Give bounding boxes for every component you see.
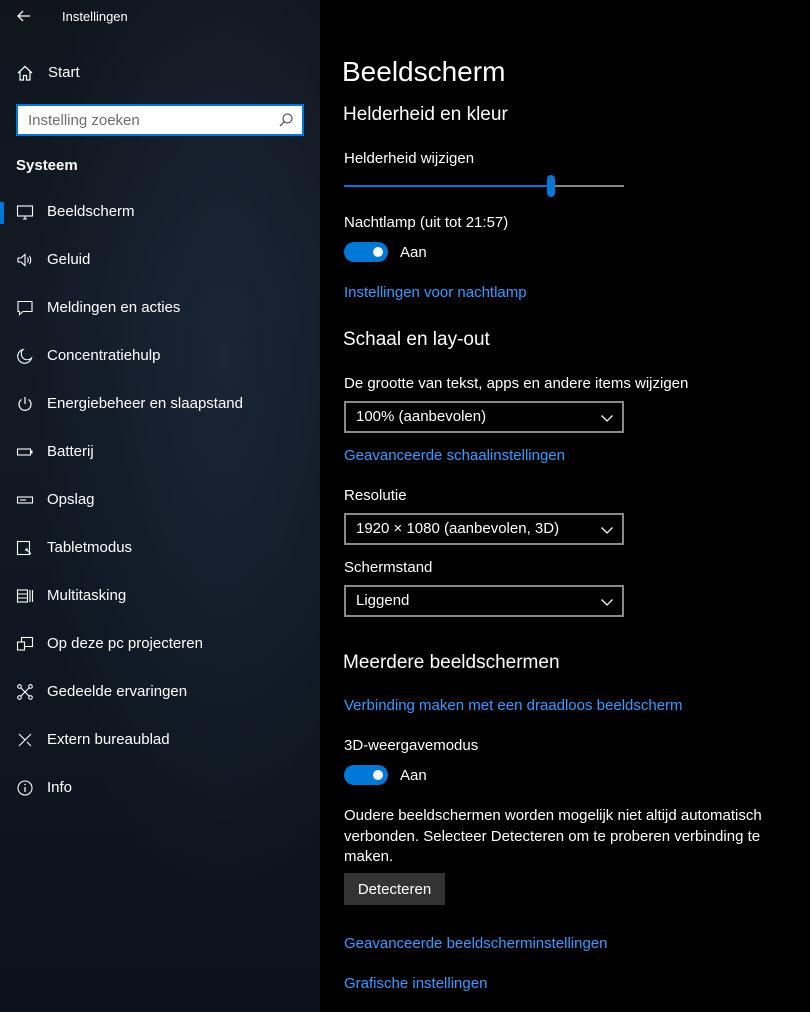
- search-box[interactable]: [16, 104, 304, 136]
- moon-icon: [16, 347, 34, 365]
- mode3d-label: 3D-weergavemodus: [344, 737, 479, 754]
- sidebar-item-geluid[interactable]: Geluid: [0, 236, 320, 284]
- sidebar-nav: Beeldscherm Geluid Meldingen en acties C…: [0, 188, 320, 812]
- battery-icon: [16, 443, 34, 461]
- page-title: Beeldscherm: [342, 56, 506, 87]
- mode3d-state: Aan: [400, 767, 427, 784]
- brightness-heading: Helderheid en kleur: [343, 104, 508, 125]
- sidebar-item-gedeelde-ervaringen[interactable]: Gedeelde ervaringen: [0, 668, 320, 716]
- brightness-slider[interactable]: [344, 174, 624, 198]
- sidebar-item-label: Batterij: [47, 443, 94, 460]
- scale-heading: Schaal en lay-out: [343, 329, 490, 350]
- detect-button[interactable]: Detecteren: [344, 873, 445, 905]
- detect-info-text: Oudere beeldschermen worden mogelijk nie…: [344, 807, 762, 865]
- multitasking-icon: [16, 587, 34, 605]
- advanced-display-link[interactable]: Geavanceerde beeldscherminstellingen: [344, 935, 608, 952]
- sidebar-item-label: Beeldscherm: [47, 203, 135, 220]
- search-icon[interactable]: [278, 112, 294, 128]
- orientation-label: Schermstand: [344, 559, 433, 576]
- sidebar-item-label: Opslag: [47, 491, 95, 508]
- sidebar-item-label: Multitasking: [47, 587, 127, 604]
- graphics-settings-link[interactable]: Grafische instellingen: [344, 975, 487, 992]
- scale-dropdown[interactable]: 100% (aanbevolen): [344, 401, 624, 433]
- home-label: Start: [48, 64, 80, 81]
- brightness-label: Helderheid wijzigen: [344, 150, 475, 167]
- home-icon: [16, 64, 34, 82]
- project-icon: [16, 635, 34, 653]
- sidebar-item-multitasking[interactable]: Multitasking: [0, 572, 320, 620]
- remote-icon: [16, 731, 34, 749]
- sidebar-item-label: Extern bureaublad: [47, 731, 170, 748]
- sidebar-item-label: Energiebeheer en slaapstand: [47, 395, 243, 412]
- sidebar-item-tabletmodus[interactable]: Tabletmodus: [0, 524, 320, 572]
- sidebar-item-label: Tabletmodus: [47, 539, 133, 556]
- resolution-dropdown[interactable]: 1920 × 1080 (aanbevolen, 3D): [344, 513, 624, 545]
- orientation-dropdown-value: Liggend: [356, 592, 410, 609]
- sidebar-item-label: Meldingen en acties: [47, 299, 181, 316]
- sidebar-item-beeldscherm[interactable]: Beeldscherm: [0, 188, 320, 236]
- sidebar-item-label: Op deze pc projecteren: [47, 635, 203, 652]
- resolution-label: Resolutie: [344, 487, 407, 504]
- chevron-down-icon: [600, 595, 614, 607]
- monitor-icon: [16, 203, 34, 221]
- sidebar-item-label: Gedeelde ervaringen: [47, 683, 188, 700]
- slider-thumb[interactable]: [547, 175, 555, 197]
- shared-icon: [16, 683, 34, 701]
- toggle-knob: [373, 247, 383, 257]
- power-icon: [16, 395, 34, 413]
- wireless-display-link[interactable]: Verbinding maken met een draadloos beeld…: [344, 697, 683, 714]
- slider-fill: [344, 185, 551, 187]
- sidebar-item-label: Info: [47, 779, 73, 796]
- sidebar-item-projecteren[interactable]: Op deze pc projecteren: [0, 620, 320, 668]
- info-icon: [16, 779, 34, 797]
- scale-size-label: De grootte van tekst, apps en andere ite…: [344, 375, 689, 392]
- notification-icon: [16, 299, 34, 317]
- speaker-icon: [16, 251, 34, 269]
- resolution-dropdown-value: 1920 × 1080 (aanbevolen, 3D): [356, 520, 560, 537]
- sidebar-item-concentratiehulp[interactable]: Concentratiehulp: [0, 332, 320, 380]
- sidebar-item-extern-bureaublad[interactable]: Extern bureaublad: [0, 716, 320, 764]
- back-arrow-icon[interactable]: [14, 6, 34, 26]
- chevron-down-icon: [600, 411, 614, 423]
- app-title: Instellingen: [62, 9, 128, 24]
- sidebar: Instellingen Start Systeem Beeldscherm G…: [0, 0, 320, 1012]
- mode3d-toggle[interactable]: [344, 765, 388, 785]
- title-bar: Instellingen: [0, 0, 320, 34]
- sidebar-item-batterij[interactable]: Batterij: [0, 428, 320, 476]
- multi-display-heading: Meerdere beeldschermen: [343, 652, 560, 673]
- sidebar-item-label: Geluid: [47, 251, 91, 268]
- nightlight-settings-link[interactable]: Instellingen voor nachtlamp: [344, 284, 527, 301]
- main-content: Beeldscherm Helderheid en kleur Helderhe…: [320, 0, 810, 1012]
- section-title: Systeem: [16, 157, 78, 174]
- home-link[interactable]: Start: [0, 52, 320, 94]
- orientation-dropdown[interactable]: Liggend: [344, 585, 624, 617]
- tablet-icon: [16, 539, 34, 557]
- toggle-knob: [373, 770, 383, 780]
- nightlight-state: Aan: [400, 244, 427, 261]
- sidebar-item-opslag[interactable]: Opslag: [0, 476, 320, 524]
- search-input[interactable]: [18, 106, 268, 134]
- scale-dropdown-value: 100% (aanbevolen): [356, 408, 487, 425]
- advanced-scale-link[interactable]: Geavanceerde schaalinstellingen: [344, 447, 565, 464]
- chevron-down-icon: [600, 523, 614, 535]
- sidebar-item-meldingen[interactable]: Meldingen en acties: [0, 284, 320, 332]
- sidebar-item-label: Concentratiehulp: [47, 347, 161, 364]
- sidebar-item-info[interactable]: Info: [0, 764, 320, 812]
- storage-icon: [16, 491, 34, 509]
- sidebar-item-energiebeheer[interactable]: Energiebeheer en slaapstand: [0, 380, 320, 428]
- nightlight-toggle[interactable]: [344, 242, 388, 262]
- nightlight-label: Nachtlamp (uit tot 21:57): [344, 214, 509, 231]
